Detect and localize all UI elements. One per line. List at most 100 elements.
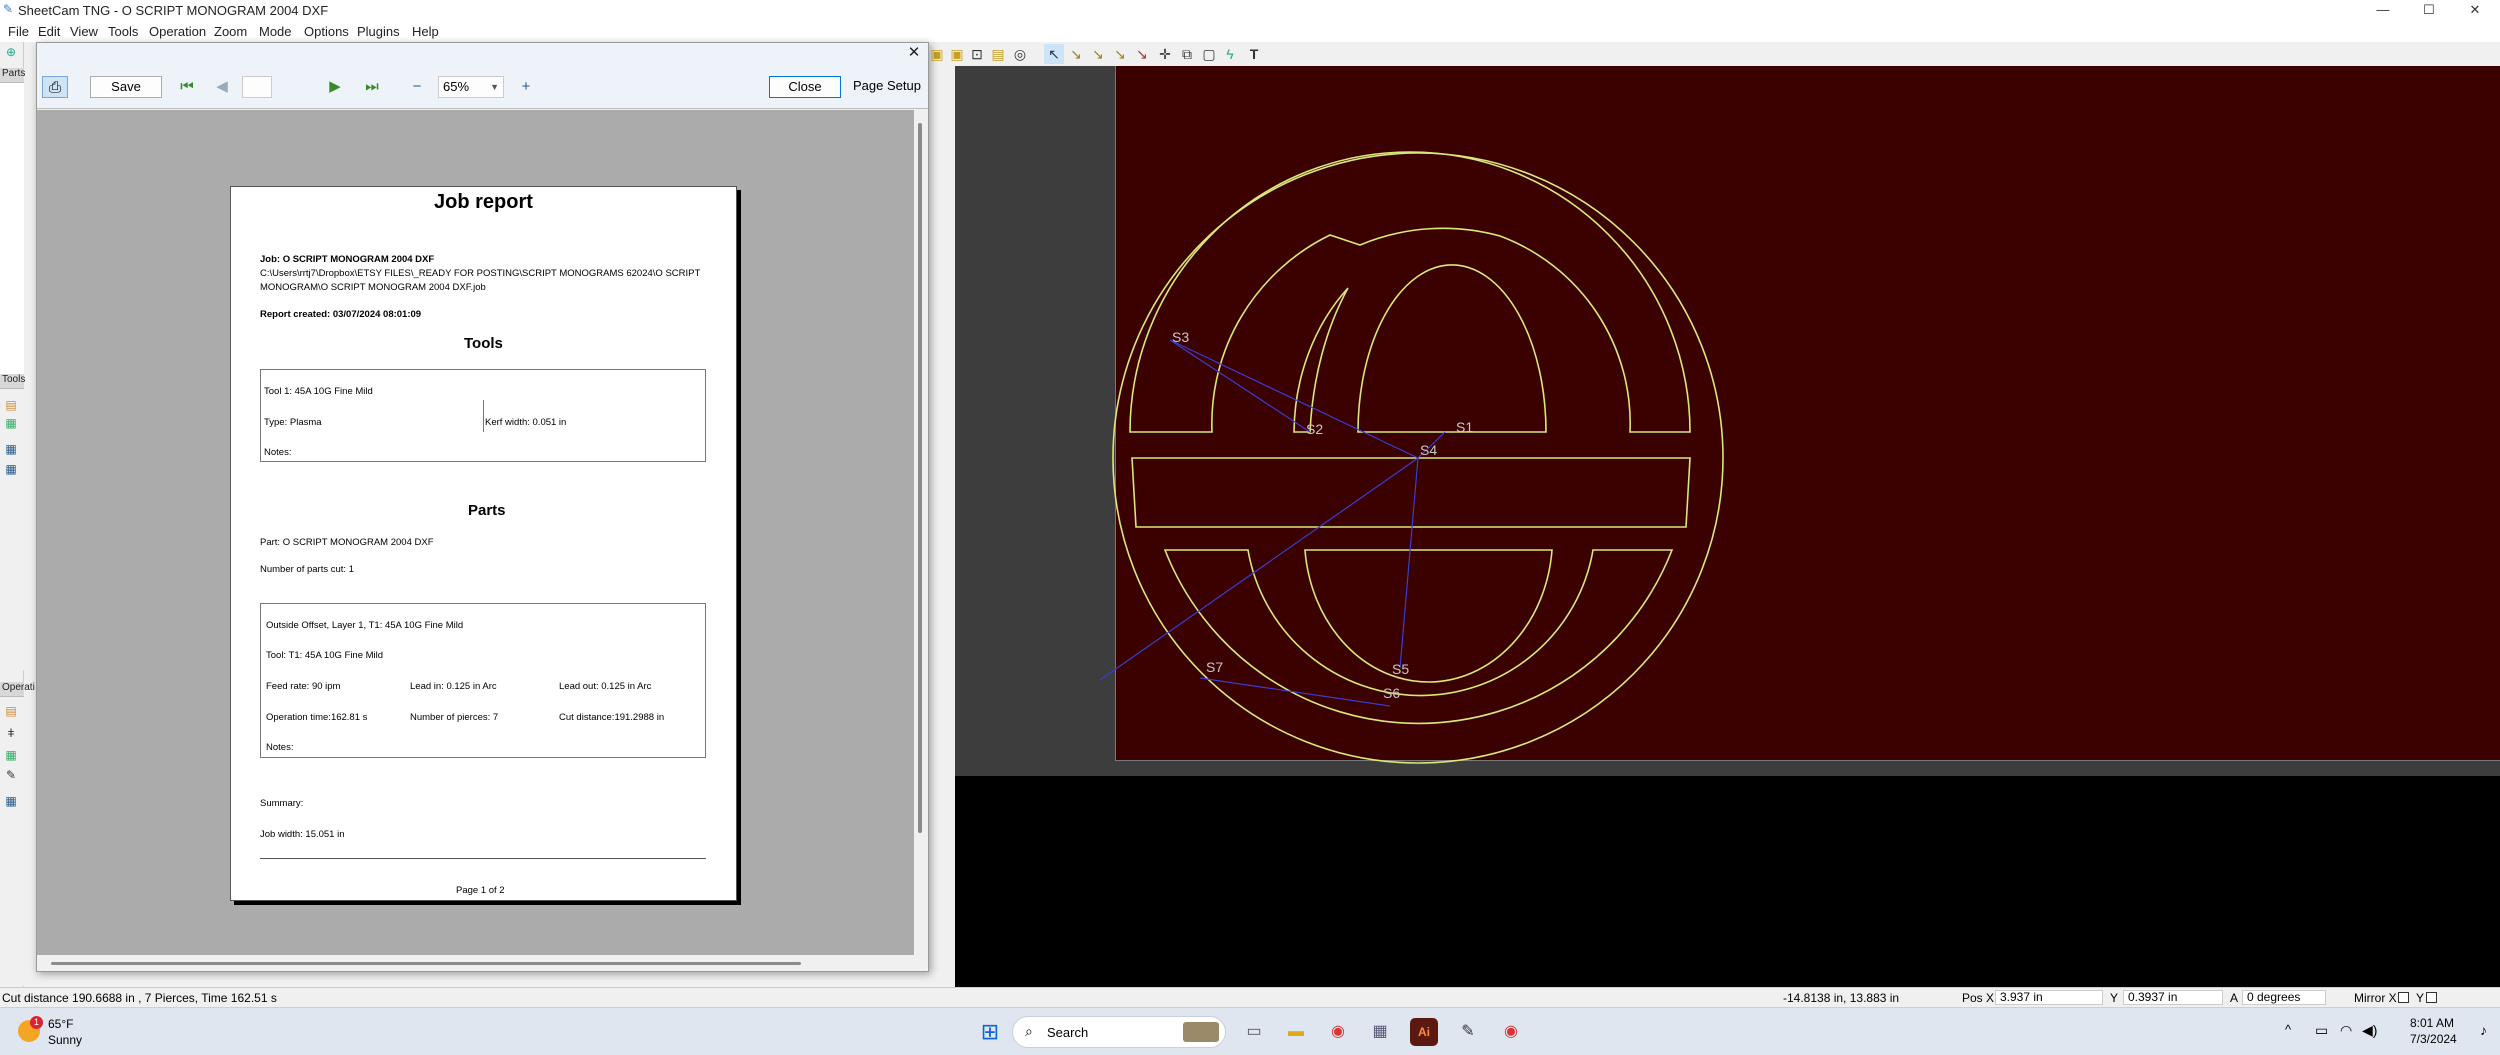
notification-badge: 1 [30,1016,43,1029]
op-pocket-icon[interactable]: ▦ [3,747,19,763]
chevron-up-icon[interactable]: ^ [2285,1022,2291,1037]
new-part-icon[interactable]: ⊕ [3,44,19,60]
zoom-out-icon[interactable]: − [404,76,430,98]
op-table-icon[interactable]: ▦ [3,793,19,809]
angle-field[interactable]: 0 degrees [2242,990,2326,1005]
taskbar-search[interactable]: ⌕ Search [1012,1016,1226,1048]
rectangle-icon[interactable]: ⧉ [1177,44,1197,64]
start-point-label: S6 [1383,685,1400,701]
task-view-icon[interactable]: ▭ [1240,1018,1268,1046]
select-start-icon[interactable]: ↘ [1066,44,1086,64]
zoom-in-icon[interactable]: ▤ [988,44,1008,64]
pos-x-label: Pos X [1962,991,1995,1005]
crossbar [1131,457,1691,528]
minimize-button[interactable]: — [2360,0,2406,20]
notification-bell-icon[interactable]: ♪ [2480,1022,2487,1038]
text-tool-icon[interactable]: T [1244,44,1264,64]
job-path-line2: MONOGRAM\O SCRIPT MONOGRAM 2004 DXF.job [260,282,486,293]
parts-cut: Number of parts cut: 1 [260,564,354,575]
horizontal-scroll-thumb[interactable] [51,962,801,965]
preview-close-x-button[interactable]: ✕ [906,45,922,61]
menu-options[interactable]: Options [304,24,349,39]
frame-icon[interactable]: ▢ [1199,44,1219,64]
network-icon[interactable]: ▭ [2315,1022,2328,1039]
calculator-icon[interactable]: ▦ [1366,1018,1394,1046]
zoom-in-icon[interactable]: + [513,76,539,98]
select-route-icon[interactable]: ↘ [1088,44,1108,64]
footer-rule [260,858,706,859]
clock-date[interactable]: 7/3/2024 [2410,1032,2457,1046]
operation-tool: Tool: T1: 45A 10G Fine Mild [266,650,384,661]
menu-mode[interactable]: Mode [259,24,292,39]
preview-close-button[interactable]: Close [769,76,841,98]
select-leadin-icon[interactable]: ↘ [1110,44,1130,64]
file-explorer-icon[interactable]: ▬ [1282,1018,1310,1046]
menu-help[interactable]: Help [412,24,439,39]
print-icon[interactable]: ⎙ [42,76,68,98]
menu-zoom[interactable]: Zoom [214,24,247,39]
lower-outer-shape [1163,549,1674,725]
taskbar: 1 65°F Sunny ⊞ ⌕ Search ▭ ▬ ◉ ▦ Ai ✎ ◉ ^… [0,1007,2500,1055]
chrome-icon[interactable]: ◉ [1324,1018,1352,1046]
weather-text: Sunny [48,1033,83,1047]
mirror-x-checkbox[interactable] [2398,992,2409,1003]
previous-page-icon[interactable]: ◀ [209,76,235,98]
menu-plugins[interactable]: Plugins [357,24,400,39]
vertical-scroll-thumb[interactable] [918,123,922,833]
op-drill-icon[interactable]: ǂ [3,725,19,741]
page-number-field[interactable] [242,76,272,98]
crosshair-icon[interactable]: ✛ [1155,44,1175,64]
tool-plasma-icon[interactable]: ▤ [3,397,19,413]
tool-add-icon[interactable]: ▦ [3,415,19,431]
start-point-label: S5 [1392,661,1409,677]
canvas-margin [955,66,1115,776]
mirror-y-checkbox[interactable] [2426,992,2437,1003]
tool-type: Type: Plasma [264,417,322,428]
status-bar: Cut distance 190.6688 in , 7 Pierces, Ti… [0,987,2500,1007]
menu-tools[interactable]: Tools [108,24,138,39]
menu-operation[interactable]: Operation [149,24,206,39]
zoom-fit-icon[interactable]: ▣ [927,44,947,64]
zoom-window-icon[interactable]: ⊡ [967,44,987,64]
op-engrave-icon[interactable]: ✎ [3,767,19,783]
page-setup-button[interactable]: Page Setup [849,76,925,98]
pos-y-field[interactable]: 0.3937 in [2123,990,2223,1005]
last-page-icon[interactable]: ⏭ [359,76,385,98]
close-window-button[interactable]: ✕ [2452,0,2498,20]
tools-panel-header: Tools [0,374,25,388]
parts-heading: Parts [468,502,506,519]
zoom-select[interactable]: 65% ▼ [438,76,504,98]
select-pointer-icon[interactable]: ↖ [1044,44,1064,64]
next-page-icon[interactable]: ▶ [322,76,348,98]
window-title: SheetCam TNG - O SCRIPT MONOGRAM 2004 DX… [18,3,329,18]
select-tab-icon[interactable]: ↘ [1132,44,1152,64]
menu-file[interactable]: File [8,24,29,39]
op-outline-icon[interactable]: ▤ [3,703,19,719]
wifi-icon[interactable]: ◠ [2340,1022,2352,1039]
menu-view[interactable]: View [70,24,98,39]
tool-list-icon[interactable]: ▦ [3,461,19,477]
preview-save-button[interactable]: Save [90,76,162,98]
tool-table-icon[interactable]: ▦ [3,441,19,457]
clock-time[interactable]: 8:01 AM [2410,1016,2454,1030]
first-page-icon[interactable]: ⏮ [174,76,200,98]
cut-distance: Cut distance:191.2988 in [559,712,665,723]
lightning-icon[interactable]: ϟ [1220,44,1240,64]
pan-icon[interactable]: ◎ [1010,44,1030,64]
parts-panel-header: Parts [0,68,25,82]
pos-x-field[interactable]: 3.937 in [1995,990,2103,1005]
menu-edit[interactable]: Edit [38,24,60,39]
illustrator-icon[interactable]: Ai [1410,1018,1438,1046]
sheetcam-icon[interactable]: ✎ [1454,1018,1482,1046]
windows-start-icon[interactable]: ⊞ [976,1018,1004,1046]
chrome-profile-icon[interactable]: ◉ [1497,1018,1525,1046]
zoom-extents-icon[interactable]: ▣ [947,44,967,64]
monogram-drawing[interactable]: S3 S2 S1 S4 S7 S5 S6 [1100,140,1760,780]
summary-label: Summary: [260,798,304,809]
operations-panel-header: Operati [0,682,35,696]
maximize-button[interactable]: ☐ [2406,0,2452,20]
lower-inner-counter [1304,549,1553,683]
tools-panel: ▤ ▦ ▦ ▦ [0,388,24,670]
volume-icon[interactable]: ◀) [2362,1022,2377,1039]
mirror-x-label: Mirror X [2354,991,2397,1005]
